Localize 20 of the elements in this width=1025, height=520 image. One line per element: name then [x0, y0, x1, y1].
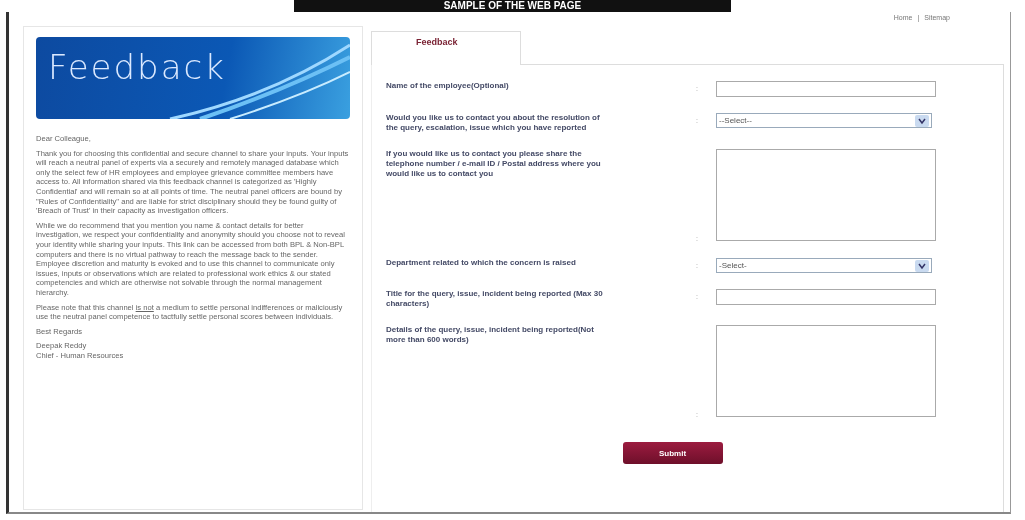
input-field[interactable]	[716, 81, 936, 97]
field-label: Would you like us to contact you about the resolution of the query, escalation, issue which you have reported	[386, 113, 601, 133]
field-label: Details of the query, issue, incident being reported(Not more than 600 words)	[386, 325, 595, 345]
field-label: Department related to which the concern is raised	[386, 258, 577, 268]
field-label: If you would like us to contact you please share the telephone number / e-mail ID / Postal address where you would like us to contact you	[386, 149, 602, 179]
dropdown-arrow-icon	[915, 259, 929, 272]
submit-button[interactable]: Submit	[622, 442, 723, 464]
text-area[interactable]	[716, 149, 936, 241]
dropdown-value: -Select-	[719, 261, 747, 270]
dropdown[interactable]: --Select--	[716, 113, 932, 128]
dropdown[interactable]: -Select-	[716, 258, 932, 273]
page-banner: SAMPLE OF THE WEB PAGE	[293, 0, 732, 12]
text-area[interactable]	[716, 325, 936, 417]
field-label: Name of the employee(Optional)	[386, 81, 510, 91]
tab[interactable]: Feedback	[371, 31, 521, 65]
field-label: Title for the query, issue, incident being reported (Max 30 characters)	[386, 289, 604, 309]
input-field[interactable]	[716, 289, 936, 305]
dropdown-arrow-icon	[915, 114, 929, 127]
dropdown-value: --Select--	[719, 116, 752, 125]
header-title: Feedback	[48, 46, 226, 87]
